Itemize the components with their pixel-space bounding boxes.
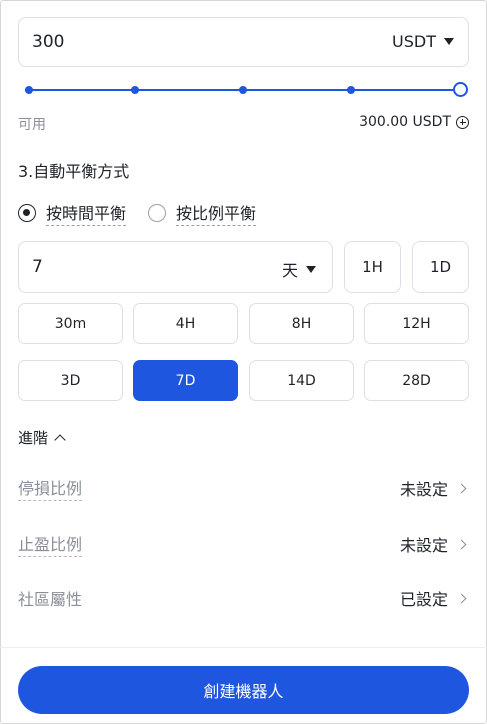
chevron-right-icon: [456, 539, 467, 549]
interval-value: 7: [32, 257, 43, 277]
community-attr-row[interactable]: 社區屬性 已設定: [18, 586, 469, 610]
amount-value: 300: [32, 32, 65, 52]
stop-loss-row[interactable]: 停損比例 未設定: [18, 475, 469, 501]
preset-28d-button[interactable]: 28D: [364, 360, 469, 401]
advanced-toggle[interactable]: 進階: [18, 427, 66, 448]
community-attr-label: 社區屬性: [18, 590, 83, 609]
preset-8h-button[interactable]: 8H: [249, 303, 354, 344]
radio-time-label[interactable]: 按時間平衡: [46, 200, 127, 226]
amount-slider[interactable]: [25, 80, 468, 100]
slider-stop[interactable]: [347, 86, 355, 94]
chevron-up-icon: [54, 434, 66, 446]
slider-stop[interactable]: [25, 86, 33, 94]
stop-loss-value-group: 未設定: [400, 476, 469, 500]
preset-12h-button[interactable]: 12H: [364, 303, 469, 344]
amount-input[interactable]: 300 USDT: [18, 17, 469, 67]
take-profit-value-group: 未設定: [400, 532, 469, 556]
chevron-right-icon: [456, 483, 467, 493]
radio-ratio-label[interactable]: 按比例平衡: [176, 200, 257, 226]
dropdown-caret-icon: [306, 265, 316, 273]
preset-4h-button[interactable]: 4H: [133, 303, 238, 344]
quick-1h-button[interactable]: 1H: [344, 241, 401, 293]
section-title: 3.自動平衡方式: [18, 162, 130, 181]
community-attr-value-group: 已設定: [400, 586, 469, 610]
interval-unit-label: 天: [281, 261, 298, 280]
quick-1d-button[interactable]: 1D: [412, 241, 469, 293]
take-profit-label: 止盈比例: [18, 531, 83, 557]
take-profit-row[interactable]: 止盈比例 未設定: [18, 531, 469, 557]
available-value-group: 300.00 USDT: [359, 114, 469, 130]
slider-stop[interactable]: [131, 86, 139, 94]
preset-3d-button[interactable]: 3D: [18, 360, 123, 401]
interval-unit-select[interactable]: 天: [282, 257, 316, 281]
dropdown-caret-icon: [444, 38, 454, 45]
stop-loss-value: 未設定: [399, 480, 448, 499]
currency-select[interactable]: USDT: [392, 32, 454, 51]
slider-stop[interactable]: [239, 86, 247, 94]
slider-thumb[interactable]: [453, 82, 468, 97]
advanced-label: 進階: [18, 429, 49, 447]
available-label: 可用: [18, 117, 46, 133]
available-value: 300.00 USDT: [359, 114, 451, 130]
preset-14d-button[interactable]: 14D: [249, 360, 354, 401]
community-attr-value: 已設定: [399, 590, 448, 609]
currency-label: USDT: [392, 32, 436, 51]
preset-7d-button[interactable]: 7D: [133, 360, 238, 401]
rebalance-method-group: 按時間平衡 按比例平衡: [18, 200, 257, 226]
radio-ratio-rebalance[interactable]: [148, 204, 167, 222]
take-profit-value: 未設定: [399, 536, 448, 555]
plus-circle-icon[interactable]: [456, 115, 469, 129]
interval-input[interactable]: 7 天: [18, 241, 333, 293]
stop-loss-label: 停損比例: [18, 475, 83, 501]
create-bot-button[interactable]: 創建機器人: [18, 666, 469, 714]
preset-30m-button[interactable]: 30m: [18, 303, 123, 344]
divider: [0, 647, 487, 648]
radio-time-rebalance[interactable]: [18, 204, 36, 222]
chevron-right-icon: [456, 593, 467, 603]
